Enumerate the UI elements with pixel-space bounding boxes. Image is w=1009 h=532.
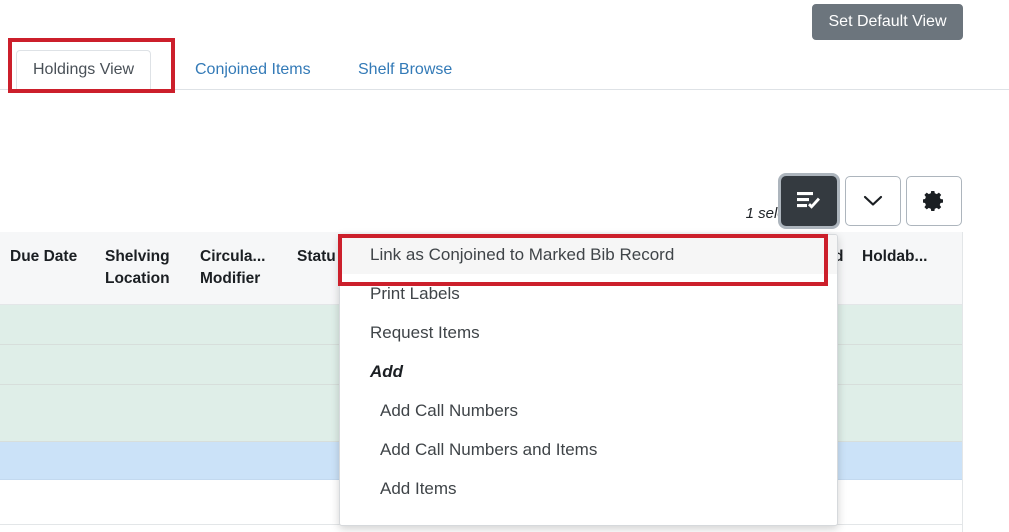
column-header-circulation-modifier-line1: Circula... bbox=[200, 246, 265, 268]
top-bar: Set Default View bbox=[0, 0, 1009, 44]
menu-item-print-labels[interactable]: Print Labels bbox=[340, 274, 837, 313]
menu-item-request-items[interactable]: Request Items bbox=[340, 313, 837, 352]
menu-section-header-add: Add bbox=[340, 352, 837, 391]
menu-item-add-call-numbers[interactable]: Add Call Numbers bbox=[340, 391, 837, 430]
menu-item-link-as-conjoined[interactable]: Link as Conjoined to Marked Bib Record bbox=[340, 235, 837, 274]
column-header-circulation-modifier-line2: Modifier bbox=[200, 268, 265, 290]
column-header-shelving-location-line1: Shelving bbox=[105, 246, 170, 268]
column-header-status[interactable]: Statu bbox=[297, 246, 336, 268]
menu-item-add-call-numbers-and-items[interactable]: Add Call Numbers and Items bbox=[340, 430, 837, 469]
action-toolbar: 1 selected bbox=[0, 170, 1009, 228]
actions-button[interactable] bbox=[781, 176, 837, 226]
tab-conjoined-items[interactable]: Conjoined Items bbox=[178, 50, 328, 90]
column-header-shelving-location[interactable]: Shelving Location bbox=[105, 246, 170, 290]
tab-bar: Holdings View Conjoined Items Shelf Brow… bbox=[0, 44, 1009, 90]
column-header-holdable[interactable]: Holdab... bbox=[862, 246, 927, 268]
settings-button[interactable] bbox=[906, 176, 962, 226]
chevron-down-icon bbox=[863, 194, 883, 208]
tab-shelf-browse[interactable]: Shelf Browse bbox=[341, 50, 469, 90]
set-default-view-button[interactable]: Set Default View bbox=[812, 4, 963, 40]
gear-icon bbox=[922, 189, 946, 213]
dropdown-toggle-button[interactable] bbox=[845, 176, 901, 226]
column-header-due-date[interactable]: Due Date bbox=[10, 246, 77, 268]
column-header-shelving-location-line2: Location bbox=[105, 268, 170, 290]
tab-holdings-view[interactable]: Holdings View bbox=[16, 50, 151, 90]
column-header-circulation-modifier[interactable]: Circula... Modifier bbox=[200, 246, 265, 290]
menu-item-add-items[interactable]: Add Items bbox=[340, 469, 837, 508]
list-check-icon bbox=[796, 190, 822, 212]
actions-dropdown-menu: Link as Conjoined to Marked Bib Record P… bbox=[339, 234, 838, 526]
